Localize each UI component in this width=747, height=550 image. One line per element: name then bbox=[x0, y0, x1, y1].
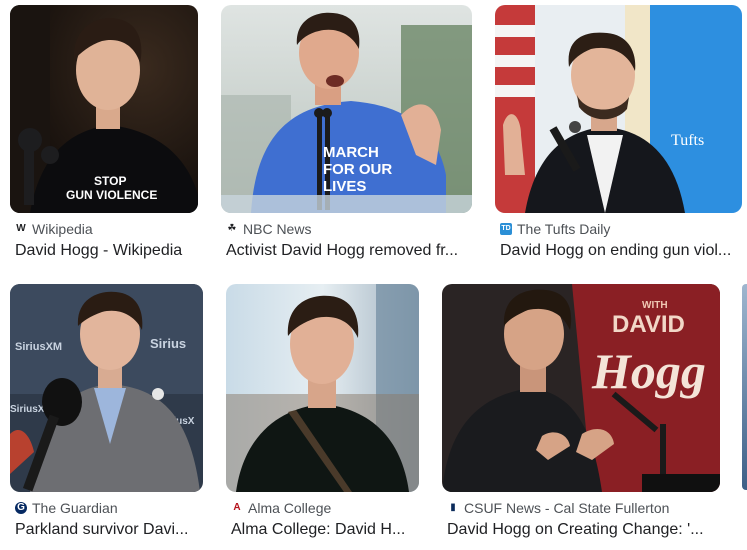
result-source: G The Guardian bbox=[15, 500, 118, 516]
guardian-icon: G bbox=[15, 502, 27, 514]
result-thumbnail[interactable] bbox=[226, 284, 419, 492]
csuf-icon: ▮ bbox=[450, 502, 456, 513]
portrait-photo: STOP GUN VIOLENCE bbox=[10, 5, 198, 213]
alma-college-icon: A bbox=[233, 502, 241, 513]
result-thumbnail[interactable]: Tufts bbox=[495, 5, 742, 213]
source-label: NBC News bbox=[243, 221, 312, 237]
portrait-photo bbox=[226, 284, 419, 492]
shirt-text: STOP bbox=[94, 174, 126, 188]
portrait-photo: MARCH FOR OUR LIVES bbox=[221, 5, 472, 213]
nbc-peacock-icon: ☘ bbox=[227, 223, 237, 234]
result-thumbnail[interactable]: SiriusXM Sirius SiriusXM SiriusX bbox=[10, 284, 203, 492]
result-title[interactable]: David Hogg - Wikipedia bbox=[15, 242, 198, 260]
shirt-text: MARCH bbox=[323, 144, 379, 161]
backdrop-text: DAVID bbox=[612, 311, 685, 338]
result-title[interactable]: Alma College: David H... bbox=[231, 521, 419, 539]
portrait-photo: Tufts bbox=[495, 5, 742, 213]
wikipedia-icon: W bbox=[16, 223, 26, 234]
flag bbox=[495, 5, 535, 213]
result-title[interactable]: Parkland survivor Davi... bbox=[15, 521, 203, 539]
result-thumbnail[interactable]: WITH DAVID Hogg bbox=[442, 284, 720, 492]
shirt-text: LIVES bbox=[323, 178, 366, 195]
portrait-photo: WITH DAVID Hogg bbox=[442, 284, 720, 492]
result-thumbnail[interactable]: MARCH FOR OUR LIVES bbox=[221, 5, 472, 213]
backdrop-text: Tufts bbox=[671, 132, 704, 149]
result-source: W Wikipedia bbox=[15, 221, 93, 237]
backdrop-text: SiriusXM bbox=[15, 341, 62, 353]
shirt-text: GUN VIOLENCE bbox=[66, 188, 157, 202]
result-source: ▮ CSUF News - Cal State Fullerton bbox=[447, 500, 669, 516]
tufts-daily-icon: TD bbox=[500, 223, 512, 235]
source-label: The Guardian bbox=[32, 500, 118, 516]
shirt-text: FOR OUR bbox=[323, 161, 392, 178]
source-label: Wikipedia bbox=[32, 221, 93, 237]
next-result-thumbnail-partial[interactable] bbox=[742, 284, 747, 490]
portrait-photo: SiriusXM Sirius SiriusXM SiriusX bbox=[10, 284, 203, 492]
source-label: The Tufts Daily bbox=[517, 221, 611, 237]
backdrop-text: Sirius bbox=[150, 336, 186, 351]
source-label: CSUF News - Cal State Fullerton bbox=[464, 500, 670, 516]
result-title[interactable]: David Hogg on Creating Change: '... bbox=[447, 521, 720, 539]
result-source: ☘ NBC News bbox=[226, 221, 312, 237]
result-title[interactable]: David Hogg on ending gun viol... bbox=[500, 242, 742, 260]
result-thumbnail[interactable]: STOP GUN VIOLENCE bbox=[10, 5, 198, 213]
result-title[interactable]: Activist David Hogg removed fr... bbox=[226, 242, 472, 260]
result-source: A Alma College bbox=[231, 500, 331, 516]
result-source: TD The Tufts Daily bbox=[500, 221, 610, 237]
source-label: Alma College bbox=[248, 500, 332, 516]
backdrop-text: Hogg bbox=[591, 343, 706, 399]
backdrop-text: WITH bbox=[642, 300, 668, 311]
